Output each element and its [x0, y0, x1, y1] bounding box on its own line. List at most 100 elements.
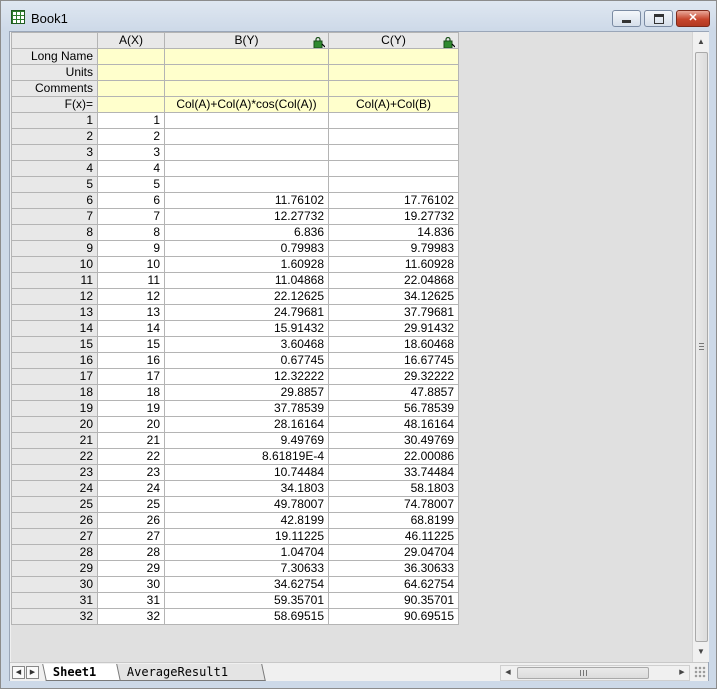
- cell-col-c[interactable]: 58.1803: [328, 480, 459, 497]
- row-number[interactable]: 16: [11, 352, 98, 369]
- cell-col-c[interactable]: [328, 112, 459, 129]
- row-number[interactable]: 9: [11, 240, 98, 257]
- scroll-right-arrow-icon[interactable]: ▶: [675, 666, 689, 680]
- cell-col-b[interactable]: 34.62754: [164, 576, 329, 593]
- cell-col-a[interactable]: 5: [97, 176, 165, 193]
- cell-col-b[interactable]: 15.91432: [164, 320, 329, 337]
- cell-col-a[interactable]: 24: [97, 480, 165, 497]
- title-bar[interactable]: Book1: [1, 1, 716, 31]
- cell-col-a[interactable]: 4: [97, 160, 165, 177]
- cell-col-a[interactable]: 15: [97, 336, 165, 353]
- row-number[interactable]: 21: [11, 432, 98, 449]
- scroll-up-arrow-icon[interactable]: ▲: [693, 34, 709, 50]
- row-number[interactable]: 20: [11, 416, 98, 433]
- cell-col-b[interactable]: 22.12625: [164, 288, 329, 305]
- cell-col-b[interactable]: [164, 128, 329, 145]
- column-header-b[interactable]: B(Y): [164, 32, 329, 49]
- cell-col-a[interactable]: 9: [97, 240, 165, 257]
- cell-col-c[interactable]: 18.60468: [328, 336, 459, 353]
- cell-col-c[interactable]: 34.12625: [328, 288, 459, 305]
- cell-col-a[interactable]: 16: [97, 352, 165, 369]
- cell-col-a[interactable]: 28: [97, 544, 165, 561]
- horizontal-scrollbar[interactable]: ◀ ▶: [500, 665, 690, 681]
- cell-col-b[interactable]: 19.11225: [164, 528, 329, 545]
- row-number[interactable]: 23: [11, 464, 98, 481]
- worksheet-grid[interactable]: A(X) B(Y) C(Y) Long Name Units Comments …: [11, 32, 692, 662]
- maximize-button[interactable]: [644, 10, 673, 27]
- column-header-a[interactable]: A(X): [97, 32, 165, 49]
- cell-col-b[interactable]: 1.60928: [164, 256, 329, 273]
- cell-col-a[interactable]: 26: [97, 512, 165, 529]
- metadata-cell[interactable]: [328, 80, 459, 97]
- row-number[interactable]: 30: [11, 576, 98, 593]
- previous-sheet-arrow-icon[interactable]: ◀: [12, 666, 25, 679]
- cell-col-b[interactable]: 42.8199: [164, 512, 329, 529]
- cell-col-a[interactable]: 3: [97, 144, 165, 161]
- cell-col-b[interactable]: 12.32222: [164, 368, 329, 385]
- sheet-tab-averageresult1[interactable]: AverageResult1: [116, 664, 266, 681]
- row-number[interactable]: 31: [11, 592, 98, 609]
- cell-col-c[interactable]: 90.35701: [328, 592, 459, 609]
- row-number[interactable]: 7: [11, 208, 98, 225]
- cell-col-c[interactable]: 11.60928: [328, 256, 459, 273]
- minimize-button[interactable]: [612, 10, 641, 27]
- cell-col-a[interactable]: 12: [97, 288, 165, 305]
- cell-col-b[interactable]: 58.69515: [164, 608, 329, 625]
- vertical-scroll-thumb[interactable]: [695, 52, 708, 642]
- cell-col-b[interactable]: 34.1803: [164, 480, 329, 497]
- cell-col-a[interactable]: 32: [97, 608, 165, 625]
- cell-col-a[interactable]: 21: [97, 432, 165, 449]
- cell-col-a[interactable]: 19: [97, 400, 165, 417]
- cell-col-a[interactable]: 2: [97, 128, 165, 145]
- row-number[interactable]: 32: [11, 608, 98, 625]
- cell-col-c[interactable]: [328, 160, 459, 177]
- scroll-down-arrow-icon[interactable]: ▼: [693, 644, 709, 660]
- cell-col-a[interactable]: 25: [97, 496, 165, 513]
- cell-col-c[interactable]: 30.49769: [328, 432, 459, 449]
- cell-col-c[interactable]: 14.836: [328, 224, 459, 241]
- metadata-cell[interactable]: [328, 64, 459, 81]
- metadata-cell[interactable]: [164, 48, 329, 65]
- cell-col-b[interactable]: [164, 176, 329, 193]
- cell-col-c[interactable]: 9.79983: [328, 240, 459, 257]
- cell-col-a[interactable]: 7: [97, 208, 165, 225]
- cell-col-a[interactable]: 10: [97, 256, 165, 273]
- cell-col-b[interactable]: [164, 112, 329, 129]
- cell-col-c[interactable]: 29.32222: [328, 368, 459, 385]
- horizontal-scroll-thumb[interactable]: [517, 667, 649, 679]
- cell-col-b[interactable]: 24.79681: [164, 304, 329, 321]
- cell-col-c[interactable]: 47.8857: [328, 384, 459, 401]
- cell-col-c[interactable]: [328, 128, 459, 145]
- row-number[interactable]: 5: [11, 176, 98, 193]
- cell-col-c[interactable]: 48.16164: [328, 416, 459, 433]
- cell-col-c[interactable]: 16.67745: [328, 352, 459, 369]
- cell-col-b[interactable]: 37.78539: [164, 400, 329, 417]
- cell-col-a[interactable]: 14: [97, 320, 165, 337]
- cell-col-a[interactable]: 27: [97, 528, 165, 545]
- cell-col-c[interactable]: 19.27732: [328, 208, 459, 225]
- cell-col-a[interactable]: 23: [97, 464, 165, 481]
- row-number[interactable]: 2: [11, 128, 98, 145]
- cell-col-a[interactable]: 20: [97, 416, 165, 433]
- cell-col-b[interactable]: 0.79983: [164, 240, 329, 257]
- metadata-cell[interactable]: [97, 48, 165, 65]
- row-number[interactable]: 26: [11, 512, 98, 529]
- row-number[interactable]: 22: [11, 448, 98, 465]
- row-number[interactable]: 6: [11, 192, 98, 209]
- cell-col-b[interactable]: 10.74484: [164, 464, 329, 481]
- cell-col-b[interactable]: [164, 160, 329, 177]
- formula-cell[interactable]: Col(A)+Col(A)*cos(Col(A)): [164, 96, 329, 113]
- cell-col-b[interactable]: 12.27732: [164, 208, 329, 225]
- cell-col-c[interactable]: 74.78007: [328, 496, 459, 513]
- row-number[interactable]: 8: [11, 224, 98, 241]
- metadata-cell[interactable]: [97, 80, 165, 97]
- column-header-c[interactable]: C(Y): [328, 32, 459, 49]
- row-number[interactable]: 29: [11, 560, 98, 577]
- cell-col-a[interactable]: 11: [97, 272, 165, 289]
- cell-col-c[interactable]: 36.30633: [328, 560, 459, 577]
- cell-col-a[interactable]: 8: [97, 224, 165, 241]
- cell-col-c[interactable]: 17.76102: [328, 192, 459, 209]
- row-number[interactable]: 27: [11, 528, 98, 545]
- row-number[interactable]: 17: [11, 368, 98, 385]
- row-number[interactable]: 13: [11, 304, 98, 321]
